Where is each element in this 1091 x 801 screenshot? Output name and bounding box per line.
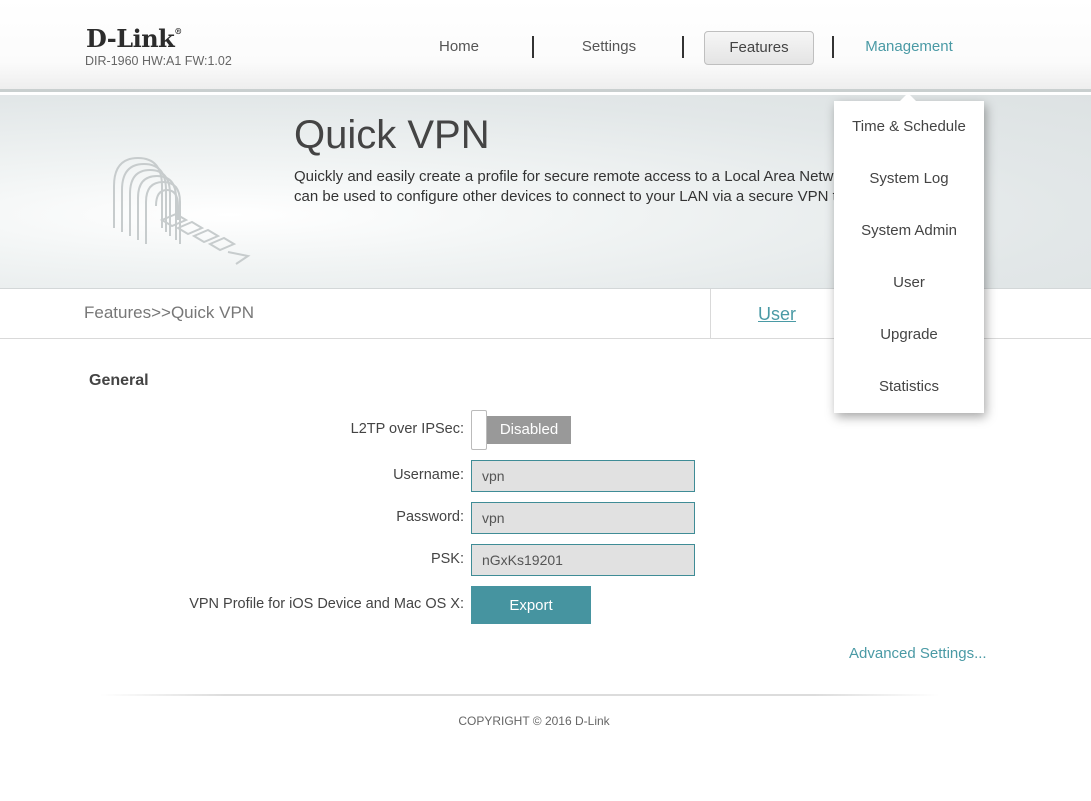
psk-label: PSK:: [430, 551, 464, 567]
psk-field[interactable]: [471, 544, 695, 576]
toggle-knob[interactable]: [471, 410, 487, 450]
username-field[interactable]: [471, 460, 695, 492]
section-title-general: General: [89, 372, 149, 389]
vpn-profile-label: VPN Profile for iOS Device and Mac OS X:: [189, 596, 464, 612]
nav-separator: [832, 36, 834, 58]
menu-item-time-schedule[interactable]: Time & Schedule: [834, 101, 984, 153]
l2tp-toggle[interactable]: Disabled: [471, 410, 571, 450]
menu-item-upgrade[interactable]: Upgrade: [834, 309, 984, 361]
nav-separator: [682, 36, 684, 58]
nav-management[interactable]: Management: [859, 31, 959, 65]
footer-divider: [100, 694, 940, 696]
page-title: Quick VPN: [294, 113, 490, 157]
nav-home[interactable]: Home: [409, 31, 509, 65]
header: D-Link® DIR-1960 HW:A1 FW:1.02 Home Sett…: [0, 0, 1091, 92]
menu-item-statistics[interactable]: Statistics: [834, 361, 984, 413]
password-field[interactable]: [471, 502, 695, 534]
page-description: Quickly and easily create a profile for …: [294, 167, 854, 207]
management-dropdown-menu: Time & Schedule System Log System Admin …: [834, 101, 984, 413]
d-link-logo: D-Link®: [86, 24, 182, 53]
user-link[interactable]: User: [758, 304, 796, 325]
page-description-line: can be used to configure other devices t…: [294, 188, 854, 205]
copyright: COPYRIGHT © 2016 D-Link: [458, 714, 610, 728]
model-info: DIR-1960 HW:A1 FW:1.02: [85, 54, 232, 68]
dropdown-caret-icon: [899, 93, 917, 102]
l2tp-label: L2TP over IPSec:: [350, 421, 464, 437]
nav-features[interactable]: Features: [704, 31, 814, 65]
nav-separator: [532, 36, 534, 58]
nav-settings[interactable]: Settings: [559, 31, 659, 65]
toggle-state: Disabled: [485, 416, 571, 444]
password-label: Password:: [396, 509, 464, 525]
menu-item-system-admin[interactable]: System Admin: [834, 205, 984, 257]
menu-item-system-log[interactable]: System Log: [834, 153, 984, 205]
breadcrumb: Features>>Quick VPN: [84, 303, 255, 322]
menu-item-user[interactable]: User: [834, 257, 984, 309]
export-button[interactable]: Export: [471, 586, 591, 624]
vpn-tunnel-icon: [100, 150, 260, 280]
advanced-settings-link[interactable]: Advanced Settings...: [849, 645, 987, 662]
page-description-line: Quickly and easily create a profile for …: [294, 168, 854, 185]
username-label: Username:: [393, 467, 464, 483]
